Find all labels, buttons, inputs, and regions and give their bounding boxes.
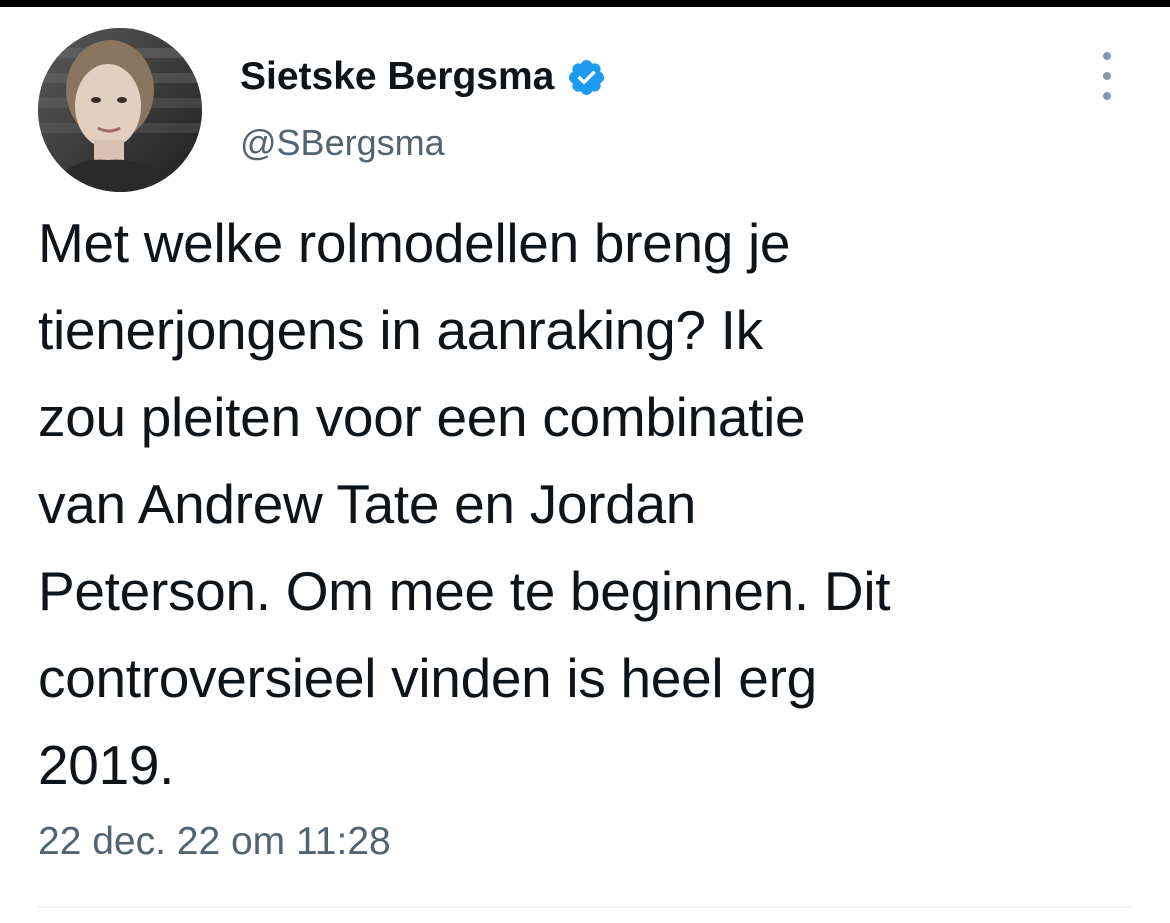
more-dot bbox=[1103, 72, 1111, 80]
author-handle[interactable]: @SBergsma bbox=[240, 122, 445, 164]
avatar[interactable] bbox=[38, 28, 202, 192]
tweet-screenshot: Sietske Bergsma @SBergsma Met welke rolm… bbox=[0, 0, 1170, 923]
tweet-timestamp[interactable]: 22 dec. 22 om 11:28 bbox=[38, 820, 391, 864]
more-dot bbox=[1103, 52, 1111, 60]
status-bar-edge bbox=[0, 0, 1170, 7]
divider bbox=[38, 906, 1132, 908]
author-name-row[interactable]: Sietske Bergsma bbox=[240, 52, 607, 102]
more-options-icon[interactable] bbox=[1092, 52, 1122, 100]
profile-photo bbox=[38, 28, 202, 192]
verified-badge-icon bbox=[569, 59, 605, 95]
tweet-text: Met welke rolmodellen breng je tienerjon… bbox=[38, 212, 891, 796]
author-display-name[interactable]: Sietske Bergsma bbox=[240, 55, 554, 99]
more-dot bbox=[1103, 92, 1111, 100]
